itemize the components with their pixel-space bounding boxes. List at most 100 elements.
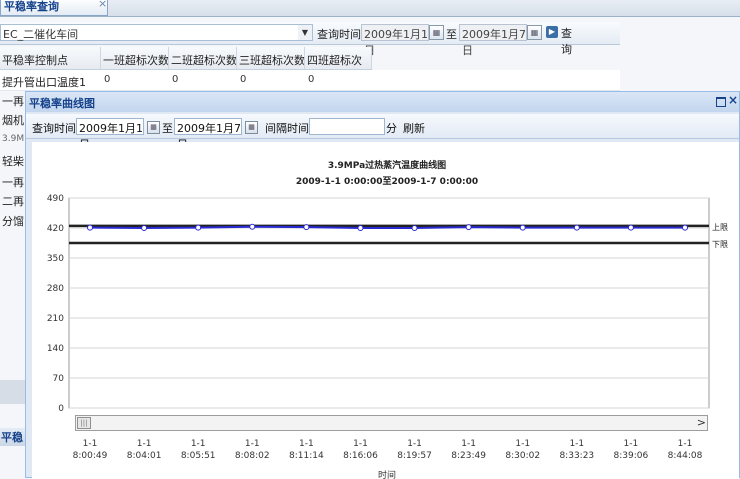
refresh-button[interactable]: 刷新 xyxy=(403,120,425,136)
y-tick-label: 210 xyxy=(47,314,64,324)
x-tick-label: 1-1 xyxy=(353,439,368,449)
end-date-value: 2009年1月7日 xyxy=(462,28,526,57)
interval-label: 间隔时间 xyxy=(265,122,309,135)
x-tick-label: 1-1 xyxy=(678,439,693,449)
x-tick-label: 1-1 xyxy=(515,439,530,449)
window-titlebar[interactable]: 平稳率曲线图 × xyxy=(26,92,739,112)
column-header[interactable]: 平稳率控制点 xyxy=(2,52,68,68)
x-tick-label: 8:19:57 xyxy=(397,451,432,461)
calendar-icon[interactable]: ▦ xyxy=(245,121,258,134)
unit-label: 分 xyxy=(386,122,397,135)
close-icon[interactable]: × xyxy=(728,93,738,107)
data-point xyxy=(249,223,256,230)
row-fragment[interactable]: 烟机 xyxy=(2,112,24,128)
start-date-field[interactable]: 2009年1月1日 xyxy=(76,118,144,151)
query-button-label: 查询 xyxy=(561,27,572,56)
start-date-field[interactable]: 2009年1月1日 ▦ xyxy=(361,24,444,57)
tab-strip: 平稳率查询 × xyxy=(0,0,740,17)
data-point xyxy=(519,224,526,231)
x-tick-label: 1-1 xyxy=(83,439,98,449)
column-divider xyxy=(236,47,237,69)
data-point xyxy=(141,225,148,231)
table-cell: 0 xyxy=(308,74,315,85)
calendar-icon[interactable]: ▦ xyxy=(429,25,444,40)
chevron-right-icon[interactable]: > xyxy=(697,416,706,430)
limit-label: 上限 xyxy=(712,223,728,232)
limit-label: 下限 xyxy=(712,240,728,249)
query-toolbar: EC_二催化车间 ▼ 查询时间 2009年1月1日 ▦ 至 2009年1月7日 … xyxy=(0,22,620,57)
data-point xyxy=(465,224,472,231)
end-date-field[interactable]: 2009年1月7日 ▦ xyxy=(459,24,542,57)
x-tick-label: 8:44:08 xyxy=(668,451,703,461)
row-fragment[interactable]: 3.9M xyxy=(2,134,24,144)
x-tick-label: 1-1 xyxy=(407,439,422,449)
to-label: 至 xyxy=(446,28,457,41)
curve-window: 平稳率曲线图 × 查询时间 2009年1月1日 ▦ 至 2009年1月7日 ▦ … xyxy=(25,91,740,479)
x-tick-label: 1-1 xyxy=(624,439,639,449)
maximize-icon[interactable] xyxy=(716,97,726,107)
x-tick-label: 1-1 xyxy=(137,439,152,449)
data-point xyxy=(357,225,364,231)
data-point xyxy=(411,225,418,231)
column-header[interactable]: 一班超标次数 xyxy=(103,52,169,68)
end-date-field[interactable]: 2009年1月7日 xyxy=(174,118,242,151)
y-tick-label: 280 xyxy=(47,284,64,294)
window-title: 平稳率曲线图 xyxy=(29,97,95,110)
x-tick-label: 8:08:02 xyxy=(235,451,270,461)
y-tick-label: 420 xyxy=(47,224,64,234)
bottom-panel-header: 平稳 xyxy=(0,428,26,446)
column-divider xyxy=(168,47,169,69)
x-tick-label: 1-1 xyxy=(245,439,260,449)
row-fragment[interactable]: 一再 xyxy=(2,93,24,109)
column-header[interactable]: 三班超标次数 xyxy=(239,52,305,68)
x-tick-label: 1-1 xyxy=(569,439,584,449)
table-cell: 0 xyxy=(172,74,179,85)
start-date-value: 2009年1月1日 xyxy=(364,28,428,57)
x-tick-label: 8:30:02 xyxy=(505,451,540,461)
row-fragment[interactable]: 一再 xyxy=(2,174,24,190)
play-icon: ▶ xyxy=(546,26,558,38)
query-time-label: 查询时间 xyxy=(32,122,76,135)
column-header[interactable]: 二班超标次数 xyxy=(171,52,237,68)
data-point xyxy=(87,224,93,231)
calendar-icon[interactable]: ▦ xyxy=(527,25,542,40)
x-tick-label: 8:04:01 xyxy=(127,451,162,461)
y-tick-label: 0 xyxy=(58,404,64,414)
query-time-label: 查询时间 xyxy=(317,28,361,41)
close-icon[interactable]: × xyxy=(98,0,107,10)
to-label: 至 xyxy=(162,122,173,135)
scrollbar-thumb[interactable]: ||| xyxy=(77,417,91,429)
chevron-down-icon[interactable]: ▼ xyxy=(298,25,312,40)
x-tick-label: 8:33:23 xyxy=(559,451,594,461)
y-tick-label: 350 xyxy=(47,254,64,264)
table-cell: 0 xyxy=(104,74,111,85)
control-point-name: 提升管出口温度1 xyxy=(2,76,86,89)
chart-scrollbar[interactable]: ||| > xyxy=(75,415,708,431)
x-tick-label: 1-1 xyxy=(299,439,314,449)
workshop-select[interactable]: EC_二催化车间 ▼ xyxy=(0,24,313,41)
interval-input[interactable] xyxy=(309,118,385,135)
window-toolbar: 查询时间 2009年1月1日 ▦ 至 2009年1月7日 ▦ 间隔时间 分 刷新 xyxy=(26,114,739,151)
chart-panel: 3.9MPa过热蒸汽温度曲线图 2009-1-1 0:00:00至2009-1-… xyxy=(32,142,739,479)
tab-stability-query[interactable]: 平稳率查询 × xyxy=(0,0,108,16)
tab-label: 平稳率查询 xyxy=(4,0,59,13)
column-divider xyxy=(371,47,372,69)
plot-area xyxy=(68,197,710,409)
row-fragment[interactable]: 轻柴 xyxy=(2,153,24,169)
data-point xyxy=(573,224,580,231)
y-tick-label: 490 xyxy=(47,194,64,204)
calendar-icon[interactable]: ▦ xyxy=(147,121,160,134)
x-tick-label: 8:23:49 xyxy=(451,451,486,461)
row-fragment[interactable]: 二再 xyxy=(2,193,24,209)
table-row[interactable]: 提升管出口温度1 0 0 0 0 xyxy=(0,70,620,91)
row-fragment[interactable]: 分馏 xyxy=(2,213,24,229)
x-tick-label: 8:05:51 xyxy=(181,451,216,461)
y-tick-label: 70 xyxy=(53,374,65,384)
column-divider xyxy=(100,47,101,69)
chart-title: 3.9MPa过热蒸汽温度曲线图 xyxy=(328,159,446,171)
x-tick-label: 8:16:06 xyxy=(343,451,378,461)
data-point xyxy=(627,224,634,231)
background-panel-edge xyxy=(0,380,26,404)
workshop-select-value: EC_二催化车间 xyxy=(3,28,79,41)
data-point xyxy=(303,224,310,231)
